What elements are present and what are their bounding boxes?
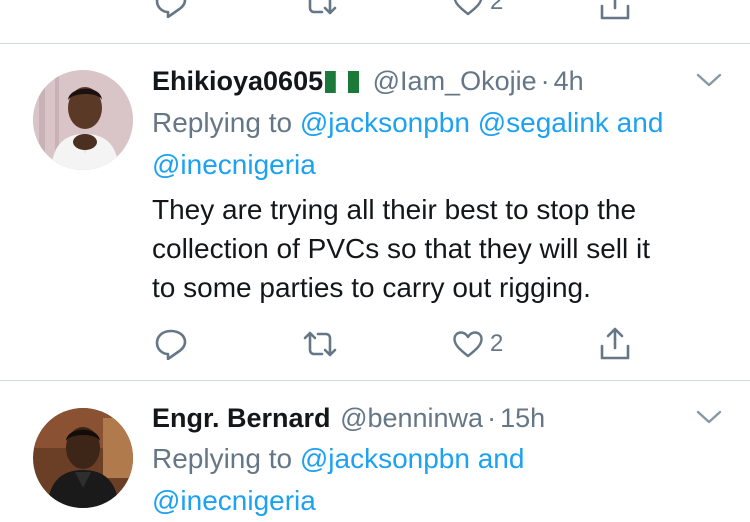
like-button-top[interactable]: 2	[452, 0, 503, 16]
handle[interactable]: @Iam_Okojie	[373, 66, 537, 96]
separator-dot: ·	[487, 403, 497, 433]
heart-icon	[453, 331, 483, 358]
display-name[interactable]: Engr. Bernard	[152, 403, 331, 433]
like-count: 2	[490, 0, 504, 15]
tweet-text-line: collection of PVCs so that they will sel…	[152, 233, 650, 264]
reply-button-top[interactable]	[154, 0, 188, 18]
more-options-button[interactable]	[694, 408, 724, 431]
replying-to: Replying to @jacksonpbn and @inecnigeria	[152, 438, 732, 522]
divider	[0, 43, 750, 44]
divider	[0, 380, 750, 381]
separator-dot: ·	[540, 66, 550, 96]
retweet-icon	[303, 331, 337, 357]
avatar[interactable]	[33, 408, 133, 508]
chevron-down-icon	[696, 73, 722, 87]
timestamp[interactable]: 15h	[500, 403, 545, 433]
share-icon	[600, 0, 630, 20]
reply-icon	[155, 329, 187, 360]
avatar-photo-icon	[33, 70, 133, 170]
and-link[interactable]: and	[478, 443, 525, 474]
tweet-header: Ehikioya0605 @Iam_Okojie · 4h	[152, 64, 584, 98]
timestamp[interactable]: 4h	[554, 66, 584, 96]
mention-link[interactable]: @segalink	[478, 107, 609, 138]
tweet-header: Engr. Bernard @benninwa · 15h	[152, 401, 545, 435]
retweet-button-top[interactable]	[302, 0, 338, 16]
more-options-button[interactable]	[694, 71, 724, 94]
reply-icon	[155, 0, 187, 18]
replying-to: Replying to @jacksonpbn @segalink and @i…	[152, 102, 732, 186]
nigeria-flag-icon	[325, 71, 360, 93]
mention-link[interactable]: @jacksonpbn	[300, 107, 470, 138]
avatar-photo-icon	[33, 408, 133, 508]
tweet-text-line: to some parties to carry out rigging.	[152, 272, 591, 303]
share-icon	[600, 327, 630, 360]
and-link[interactable]: and	[617, 107, 664, 138]
tweet-text: They are trying all their best to stop t…	[152, 190, 732, 307]
retweet-button[interactable]	[302, 330, 338, 358]
retweet-icon	[308, 0, 337, 15]
avatar[interactable]	[33, 70, 133, 170]
mention-link[interactable]: @inecnigeria	[152, 485, 316, 516]
handle[interactable]: @benninwa	[340, 403, 483, 433]
chevron-down-icon	[696, 410, 722, 424]
mention-link[interactable]: @inecnigeria	[152, 149, 316, 180]
heart-icon	[453, 0, 483, 16]
share-button[interactable]	[598, 326, 632, 362]
reply-button[interactable]	[154, 328, 188, 360]
tweet-text-line: They are trying all their best to stop t…	[152, 194, 637, 225]
like-button[interactable]: 2	[452, 330, 503, 358]
replying-prefix: Replying to	[152, 443, 293, 474]
replying-prefix: Replying to	[152, 107, 293, 138]
mention-link[interactable]: @jacksonpbn	[300, 443, 470, 474]
display-name[interactable]: Ehikioya0605	[152, 66, 323, 96]
like-count: 2	[490, 330, 504, 357]
share-button-top[interactable]	[598, 0, 632, 22]
